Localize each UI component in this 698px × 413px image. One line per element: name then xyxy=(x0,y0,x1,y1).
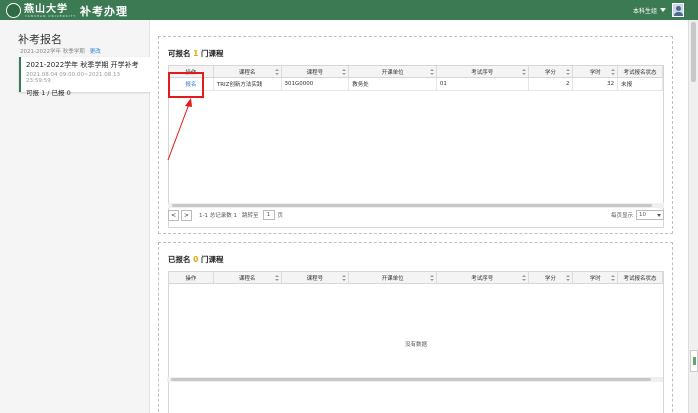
registered-courses-table: 操作 课程名 课程号 开课单位 考试序号 学分 学时 考试报名状态 没有数据 xyxy=(168,271,664,413)
exam-no-cell: 01 xyxy=(437,78,529,90)
floating-feedback-widget[interactable] xyxy=(690,350,698,372)
chevron-down-icon xyxy=(657,213,661,217)
col-exam-no[interactable]: 考试序号 xyxy=(437,66,529,77)
table-row: 报名 TRIZ创新方法实践 301G0000 教务处 01 2 32 未报 xyxy=(169,78,663,91)
exam-batch-count: 可报 1 / 已报 0 xyxy=(26,89,71,97)
exam-batch-time: 2021.08.04 09:00:00~2021.08.13 23:59:59 xyxy=(26,72,121,84)
exam-batch-card[interactable]: 2021-2022学年 秋季学期 开学补考 2021.08.04 09:00:0… xyxy=(19,57,150,97)
sidebar: 补考报名 2021-2022学年 秋季学期 更改 2021-2022学年 秋季学期… xyxy=(0,20,150,413)
prev-page-button[interactable]: < xyxy=(168,209,179,221)
col-credit[interactable]: 学分 xyxy=(529,66,574,77)
col-label: 开课单位 xyxy=(381,69,404,76)
col-hours[interactable]: 学时 xyxy=(573,66,619,77)
credit-cell: 2 xyxy=(529,78,574,90)
sort-icon[interactable] xyxy=(429,69,434,75)
col-label: 学时 xyxy=(589,69,601,76)
title-prefix: 已报名 xyxy=(168,255,194,264)
page-number-input[interactable]: 1 xyxy=(262,210,275,220)
term-label: 2021-2022学年 秋季学期 xyxy=(20,49,85,55)
registered-courses-panel: 已报名 0 门课程 操作 课程名 课程号 开课单位 考试序号 学分 学时 考试报… xyxy=(158,242,673,413)
title-suffix: 门课程 xyxy=(198,49,224,58)
chevron-down-icon[interactable] xyxy=(660,8,666,12)
pagination: < > 1-1 总记录数 1 跳转至 1 页 每页显示 10 xyxy=(168,207,664,223)
col-course-no[interactable]: 课程号 xyxy=(282,66,350,77)
course-no-cell: 301G0000 xyxy=(282,78,350,90)
top-bar: 燕山大学 YANSHAN UNIVERSITY 补考办理 本科生组 xyxy=(0,0,698,20)
per-page-control: 每页显示 10 xyxy=(611,210,664,220)
jump-label: 跳转至 xyxy=(241,213,259,219)
sidebar-title: 补考报名 xyxy=(18,33,62,46)
col-label: 考试报名状态 xyxy=(623,69,657,76)
page-unit: 页 xyxy=(277,213,284,219)
user-role-label[interactable]: 本科生组 xyxy=(633,6,657,15)
user-menu[interactable]: 本科生组 xyxy=(633,3,684,17)
per-page-label: 每页显示 xyxy=(610,213,633,219)
status-cell: 未报 xyxy=(618,78,663,90)
scrollbar-thumb[interactable] xyxy=(171,378,651,381)
avatar[interactable] xyxy=(672,3,684,17)
sort-icon[interactable] xyxy=(566,69,571,75)
hours-cell: 32 xyxy=(573,78,619,90)
exam-batch-title: 2021-2022学年 秋季学期 开学补考 xyxy=(26,61,139,69)
pagination-summary: 1-1 总记录数 1 xyxy=(199,213,237,219)
logo-subtitle: YANSHAN UNIVERSITY xyxy=(25,14,77,18)
col-label: 课程号 xyxy=(306,69,324,76)
university-seal-icon xyxy=(6,2,21,18)
app-title: 补考办理 xyxy=(80,5,128,18)
table-header: 操作 课程名 课程号 开课单位 考试序号 学分 学时 考试报名状态 xyxy=(169,66,663,78)
per-page-value: 10 xyxy=(639,212,646,218)
col-unit[interactable]: 开课单位 xyxy=(349,66,437,77)
col-course-name[interactable]: 课程名 xyxy=(214,66,282,77)
annotation-highlight-box xyxy=(168,72,204,98)
sort-icon[interactable] xyxy=(274,69,279,75)
col-label: 考试序号 xyxy=(471,69,494,76)
course-name-cell: TRIZ创新方法实践 xyxy=(214,78,282,90)
available-courses-title: 可报名 1 门课程 xyxy=(168,48,223,59)
title-suffix: 门课程 xyxy=(198,255,224,264)
unit-cell: 教务处 xyxy=(349,78,437,90)
title-prefix: 可报名 xyxy=(168,49,194,58)
next-page-button[interactable]: > xyxy=(181,209,192,221)
scrollbar-thumb[interactable] xyxy=(691,22,696,82)
empty-state: 没有数据 xyxy=(404,341,427,348)
col-label: 学分 xyxy=(544,69,556,76)
main-content: 可报名 1 门课程 操作 课程名 课程号 开课单位 考试序号 学分 学时 考试报… xyxy=(150,20,688,413)
change-term-link[interactable]: 更改 xyxy=(90,49,101,55)
sort-icon[interactable] xyxy=(521,69,526,75)
sidebar-term: 2021-2022学年 秋季学期 更改 xyxy=(20,47,101,55)
horizontal-scrollbar[interactable] xyxy=(167,377,663,382)
per-page-select[interactable]: 10 xyxy=(636,210,664,220)
sort-icon[interactable] xyxy=(342,69,347,75)
sort-icon[interactable] xyxy=(611,69,616,75)
registered-courses-title: 已报名 0 门课程 xyxy=(168,254,223,265)
col-status: 考试报名状态 xyxy=(618,66,663,77)
available-courses-panel: 可报名 1 门课程 操作 课程名 课程号 开课单位 考试序号 学分 学时 考试报… xyxy=(158,36,673,234)
col-label: 课程名 xyxy=(238,69,256,76)
